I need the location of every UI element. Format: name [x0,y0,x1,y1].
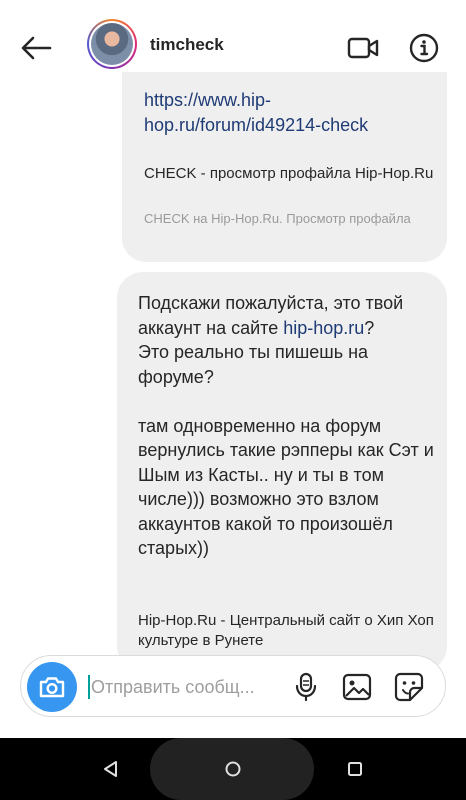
text-caret [88,675,90,699]
nav-back-icon [104,761,117,777]
message-inline-link[interactable]: hip-hop.ru [283,318,364,338]
image-gallery-icon [342,673,372,701]
gallery-button[interactable] [339,670,375,704]
nav-recents-button[interactable] [340,754,370,784]
message-bubble-text[interactable]: Подскажи пожалуйста, это твой аккаунт на… [117,272,447,672]
link-preview-description: CHECK на Hip-Hop.Ru. Просмотр профайла [144,211,411,226]
nav-home-icon [225,761,241,777]
message-bubble-link[interactable]: https://www.hip-hop.ru/forum/id49214-che… [122,72,447,262]
nav-home-button[interactable] [218,754,248,784]
message-composer [20,655,446,717]
avatar-image [91,23,133,65]
microphone-button[interactable] [291,670,321,704]
link-preview-title: CHECK - просмотр профайла Hip-Hop.Ru [144,165,434,182]
info-icon [409,33,439,63]
message-line-1-end: ? [364,317,375,338]
sticker-button[interactable] [391,670,427,704]
message-input[interactable] [91,671,281,703]
info-button[interactable] [404,28,444,68]
sticker-icon [394,672,424,702]
chat-username[interactable]: timcheck [150,35,224,55]
message-line-2: Это реально ты пишешь на форуме? [138,342,369,387]
camera-icon [39,677,65,698]
camera-button[interactable] [27,662,77,712]
message-text: Подскажи пожалуйста, это твой аккаунт на… [138,291,438,561]
video-camera-icon [347,37,379,59]
message-link-preview-title: Hip-Hop.Ru - Центральный сайт о Хип Хоп … [138,612,434,649]
nav-back-button[interactable] [96,754,126,784]
nav-recents-icon [348,762,362,776]
microphone-icon [295,672,317,702]
arrow-left-icon [21,36,52,60]
back-button[interactable] [16,28,56,68]
system-navigation-bar [0,738,466,800]
video-call-button[interactable] [343,30,383,66]
message-paragraph-2: там одновременно на форум вернулись таки… [138,415,434,559]
message-link[interactable]: https://www.hip-hop.ru/forum/id49214-che… [144,88,434,138]
avatar[interactable] [87,19,137,69]
